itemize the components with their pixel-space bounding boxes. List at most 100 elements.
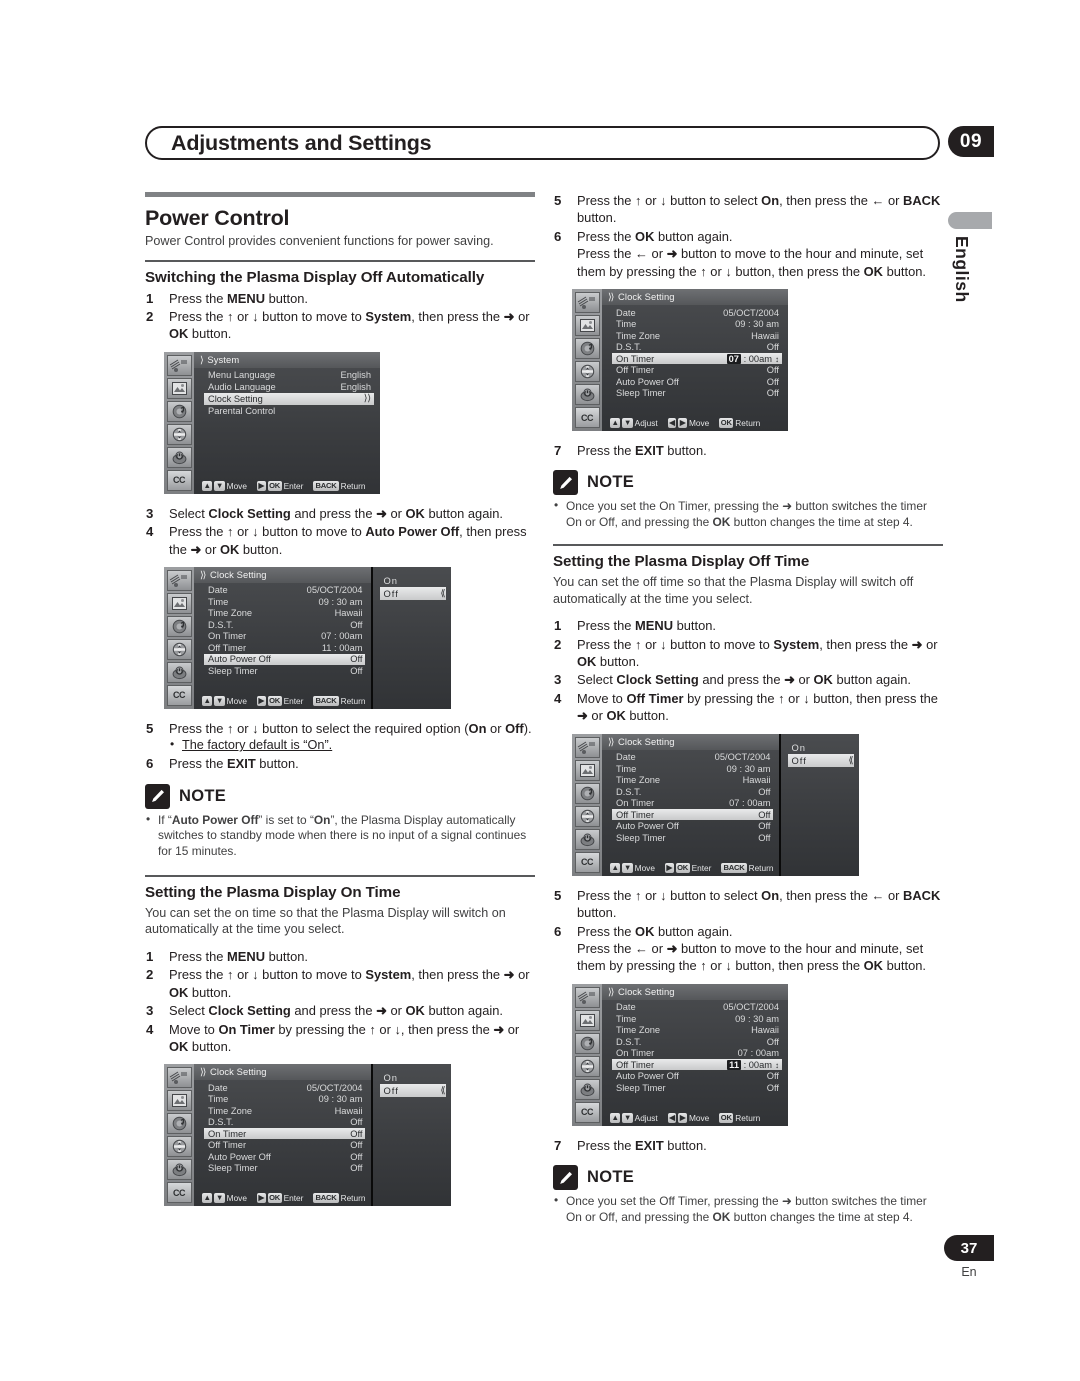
osd-row[interactable]: On Timer 07 : 00am [612, 1048, 782, 1059]
osd-row[interactable]: Time 09 : 30 am [204, 596, 365, 607]
osd-row[interactable]: Off Timer Off [612, 365, 782, 376]
osd-option[interactable]: On [380, 1071, 446, 1084]
tuner-icon[interactable] [166, 1067, 192, 1089]
left-column: Power Control Power Control provides con… [145, 192, 535, 1217]
steps-list-off-time-cont: 5 Press the ↑ or ↓ button to select On, t… [553, 887, 943, 975]
closed-caption-icon[interactable]: CC [166, 1182, 192, 1204]
osd-option[interactable]: Off ⟨⟨ [380, 586, 447, 600]
power-icon[interactable] [166, 1159, 192, 1181]
screen-icon[interactable] [166, 423, 192, 445]
osd-row[interactable]: On Timer 07 : 00am ↕ [612, 353, 782, 365]
power-icon[interactable] [574, 828, 600, 850]
subsection-title-off-time: Setting the Plasma Display Off Time [553, 553, 810, 571]
osd-row[interactable]: Off Timer 11 : 00am ↕ [612, 1059, 782, 1071]
osd-row[interactable]: Auto Power Off Off [204, 1151, 365, 1162]
osd-row[interactable]: Time 09 : 30 am [204, 1094, 365, 1105]
osd-row[interactable]: D.S.T. Off [204, 1117, 365, 1128]
audio-icon[interactable] [166, 1113, 192, 1135]
subsection-title-on-time: Setting the Plasma Display On Time [145, 883, 401, 901]
steps-list-off-auto-part2: 3 Select Clock Setting and press the ➜ or… [145, 505, 535, 558]
closed-caption-icon[interactable]: CC [574, 1101, 600, 1123]
osd-row[interactable]: Time Zone Hawaii [612, 775, 773, 786]
audio-icon[interactable] [166, 615, 192, 637]
tuner-icon[interactable] [166, 354, 192, 376]
osd-row[interactable]: Time Zone Hawaii [612, 1025, 782, 1036]
osd-row[interactable]: D.S.T. Off [204, 619, 365, 630]
closed-caption-icon[interactable]: CC [166, 469, 192, 491]
osd-row[interactable]: Time 09 : 30 am [612, 763, 773, 774]
osd-option[interactable]: Off ⟨⟨ [788, 753, 855, 767]
step-item: 2 Press the ↑ or ↓ button to move to Syst… [553, 636, 943, 671]
audio-icon[interactable] [574, 338, 600, 360]
osd-row-value: Off [350, 665, 363, 676]
tuner-icon[interactable] [574, 292, 600, 314]
tuner-icon[interactable] [166, 569, 192, 591]
osd-row[interactable]: Auto Power Off Off [204, 653, 366, 665]
power-icon[interactable] [166, 446, 192, 468]
osd-row[interactable]: Auto Power Off Off [612, 1071, 782, 1082]
osd-row[interactable]: Off Timer 11 : 00am [204, 642, 365, 653]
osd-row[interactable]: Sleep Timer Off [204, 665, 365, 676]
osd-row[interactable]: Parental Control [204, 405, 374, 416]
steps-list-on-time-cont: 5 Press the ↑ or ↓ button to select On, t… [553, 192, 943, 280]
osd-row-label: D.S.T. [208, 619, 234, 630]
picture-icon[interactable] [574, 759, 600, 781]
osd-row[interactable]: Sleep Timer Off [612, 1082, 782, 1093]
osd-row[interactable]: Time 09 : 30 am [612, 319, 782, 330]
osd-row[interactable]: Time Zone Hawaii [204, 1105, 365, 1116]
osd-row[interactable]: Off Timer Off [204, 1140, 365, 1151]
osd-row[interactable]: Date 05/OCT/2004 [612, 1002, 782, 1013]
closed-caption-icon[interactable]: CC [166, 684, 192, 706]
osd-row[interactable]: Sleep Timer Off [612, 388, 782, 399]
power-icon[interactable] [574, 384, 600, 406]
screen-icon[interactable] [574, 361, 600, 383]
closed-caption-icon[interactable]: CC [574, 407, 600, 429]
osd-row[interactable]: Audio Language English [204, 381, 374, 392]
osd-row[interactable]: On Timer Off [204, 1128, 366, 1140]
osd-row[interactable]: Auto Power Off Off [612, 376, 782, 387]
power-icon[interactable] [574, 1078, 600, 1100]
osd-row[interactable]: Time 09 : 30 am [612, 1013, 782, 1024]
power-icon[interactable] [166, 661, 192, 683]
osd-row[interactable]: Date 05/OCT/2004 [204, 585, 365, 596]
osd-main-panel: ⟩⟩ Clock Setting Date 05/OCT/2004 Time 09 : … [194, 566, 372, 709]
osd-row[interactable]: Date 05/OCT/2004 [612, 307, 782, 318]
osd-row[interactable]: Date 05/OCT/2004 [204, 1082, 365, 1093]
osd-row[interactable]: Time Zone Hawaii [612, 330, 782, 341]
osd-row[interactable]: Off Timer Off [612, 809, 774, 821]
screen-icon[interactable] [574, 805, 600, 827]
osd-row[interactable]: D.S.T. Off [612, 786, 773, 797]
audio-icon[interactable] [166, 400, 192, 422]
osd-row[interactable]: D.S.T. Off [612, 1036, 782, 1047]
audio-icon[interactable] [574, 1032, 600, 1054]
osd-row[interactable]: Clock Setting ⟩⟩ [204, 392, 374, 405]
osd-option[interactable]: On [788, 741, 854, 754]
steps-list-off-time: 1 Press the MENU button. 2 Press the ↑ or ↓… [553, 617, 943, 724]
screen-icon[interactable] [166, 638, 192, 660]
picture-icon[interactable] [574, 1009, 600, 1031]
screen-icon[interactable] [574, 1055, 600, 1077]
osd-option[interactable]: Off ⟨⟨ [380, 1084, 447, 1098]
osd-row[interactable]: Sleep Timer Off [612, 832, 773, 843]
picture-icon[interactable] [166, 1090, 192, 1112]
tuner-icon[interactable] [574, 736, 600, 758]
screen-icon[interactable] [166, 1136, 192, 1158]
osd-row[interactable]: D.S.T. Off [612, 342, 782, 353]
step-text: Select Clock Setting and press the ➜ or … [577, 672, 911, 688]
osd-option[interactable]: On [380, 574, 446, 587]
osd-row[interactable]: Menu Language English [204, 370, 374, 381]
osd-row[interactable]: Auto Power Off Off [612, 821, 773, 832]
picture-icon[interactable] [574, 315, 600, 337]
osd-row-label: Off Timer [616, 809, 655, 820]
osd-row[interactable]: Date 05/OCT/2004 [612, 752, 773, 763]
osd-row[interactable]: Time Zone Hawaii [204, 608, 365, 619]
osd-row[interactable]: On Timer 07 : 00am [612, 798, 773, 809]
picture-icon[interactable] [166, 592, 192, 614]
osd-row[interactable]: On Timer 07 : 00am [204, 631, 365, 642]
audio-icon[interactable] [574, 782, 600, 804]
closed-caption-icon[interactable]: CC [574, 851, 600, 873]
picture-icon[interactable] [166, 377, 192, 399]
osd-row[interactable]: Sleep Timer Off [204, 1163, 365, 1174]
osd-hint-label: Enter [691, 862, 712, 873]
tuner-icon[interactable] [574, 986, 600, 1008]
